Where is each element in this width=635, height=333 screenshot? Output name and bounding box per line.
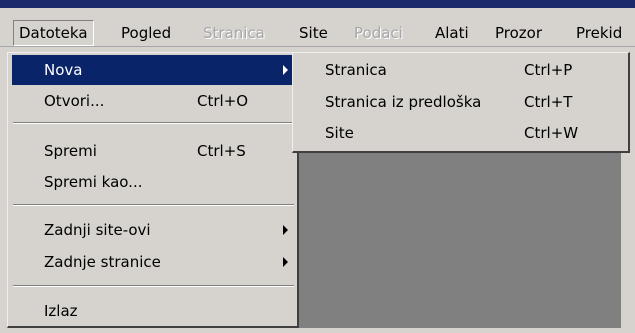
menu-item-spremi[interactable]: Spremi Ctrl+S — [12, 136, 295, 166]
menu-item-label: Nova — [44, 61, 83, 79]
menu-stranica: Stranica — [203, 24, 265, 42]
menu-site[interactable]: Site — [294, 20, 333, 46]
submenu-item-site[interactable]: Site Ctrl+W — [297, 118, 626, 148]
menu-prozor[interactable]: Prozor — [490, 20, 547, 46]
menu-item-label: Spremi — [44, 142, 97, 160]
menu-prekid[interactable]: Prekid — [571, 20, 627, 46]
menu-item-label: Zadnji site-ovi — [44, 221, 151, 239]
menu-alati[interactable]: Alati — [430, 20, 474, 46]
menu-podaci: Podaci — [354, 24, 403, 42]
submenu-item-stranica[interactable]: Stranica Ctrl+P — [297, 55, 626, 85]
menu-item-nova[interactable]: Nova — [12, 55, 295, 85]
menu-item-label: Site — [325, 124, 354, 142]
chevron-right-icon — [283, 65, 288, 75]
menu-item-zadnji-site-ovi[interactable]: Zadnji site-ovi — [12, 215, 295, 245]
menu-item-shortcut: Ctrl+S — [197, 142, 246, 160]
menu-separator — [13, 285, 294, 287]
menu-item-shortcut: Ctrl+W — [524, 124, 579, 142]
menu-item-label: Stranica iz predloška — [325, 93, 482, 111]
menu-item-label: Zadnje stranice — [44, 253, 161, 271]
menu-item-shortcut: Ctrl+P — [524, 61, 573, 79]
menu-item-shortcut: Ctrl+T — [524, 93, 573, 111]
workspace-area — [299, 153, 621, 328]
menu-datoteka[interactable]: Datoteka — [13, 20, 94, 46]
menu-pogled[interactable]: Pogled — [116, 20, 176, 46]
file-menu: Nova Otvori... Ctrl+O Spremi Ctrl+S Spre… — [7, 52, 299, 328]
menu-item-label: Spremi kao... — [44, 173, 143, 191]
menu-item-otvori[interactable]: Otvori... Ctrl+O — [12, 86, 295, 116]
menu-item-spremi-kao[interactable]: Spremi kao... — [12, 167, 295, 197]
menu-item-label: Izlaz — [44, 302, 78, 320]
menu-item-zadnje-stranice[interactable]: Zadnje stranice — [12, 247, 295, 277]
menu-item-izlaz[interactable]: Izlaz — [12, 296, 295, 326]
menu-item-label: Otvori... — [44, 92, 105, 110]
menu-separator — [13, 122, 294, 124]
chevron-right-icon — [283, 225, 288, 235]
title-bar — [0, 0, 635, 8]
nova-submenu: Stranica Ctrl+P Stranica iz predloška Ct… — [292, 52, 630, 153]
submenu-item-stranica-iz-predloska[interactable]: Stranica iz predloška Ctrl+T — [297, 87, 626, 117]
menu-item-label: Stranica — [325, 61, 387, 79]
chevron-right-icon — [283, 257, 288, 267]
menu-bar: Datoteka Pogled Stranica Site Podaci Ala… — [0, 8, 635, 47]
menu-item-shortcut: Ctrl+O — [197, 92, 249, 110]
menu-separator — [13, 204, 294, 206]
